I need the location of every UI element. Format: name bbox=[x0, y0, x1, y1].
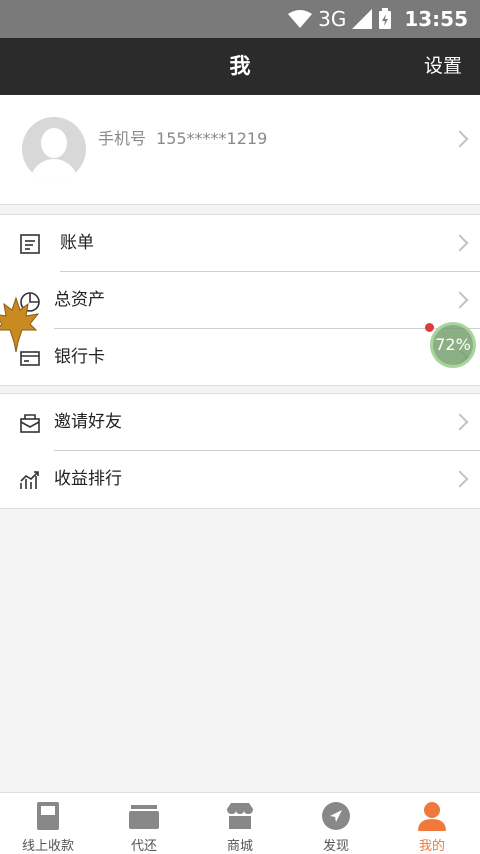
bottom-tab-bar: 线上收款 代还 商城 发现 我的 bbox=[0, 792, 480, 854]
chevron-right-icon bbox=[451, 470, 469, 488]
clock: 13:55 bbox=[404, 7, 468, 31]
tab-label: 发现 bbox=[322, 839, 349, 854]
invite-icon bbox=[20, 414, 40, 433]
settings-button[interactable]: 设置 bbox=[424, 38, 462, 95]
menu-item-label: 银行卡 bbox=[54, 347, 105, 367]
menu-item-label: 邀请好友 bbox=[54, 412, 122, 432]
phone-info: 手机号 155*****1219 bbox=[98, 95, 267, 183]
battery-icon bbox=[379, 8, 392, 29]
pos-terminal-icon bbox=[37, 802, 59, 830]
floating-memory-widget[interactable]: 72% bbox=[430, 322, 476, 368]
menu-item-invite-friends[interactable]: 邀请好友 bbox=[0, 394, 480, 451]
menu-item-label: 总资产 bbox=[54, 290, 105, 310]
ranking-icon bbox=[20, 471, 39, 489]
network-type: 3G bbox=[318, 7, 347, 31]
tab-me[interactable]: 我的 bbox=[384, 793, 480, 854]
status-icons: 3G 13:55 bbox=[288, 0, 468, 38]
maple-leaf-icon bbox=[0, 296, 40, 352]
page-title: 我 bbox=[229, 54, 251, 78]
cards-icon bbox=[129, 805, 159, 829]
menu-item-bank-card[interactable]: 银行卡 bbox=[0, 329, 480, 386]
person-icon bbox=[418, 802, 446, 831]
status-bar: 3G 13:55 bbox=[0, 0, 480, 38]
compass-icon bbox=[322, 802, 350, 830]
signal-icon bbox=[352, 9, 373, 29]
tab-online-payment[interactable]: 线上收款 bbox=[0, 793, 96, 854]
bill-icon bbox=[20, 234, 40, 254]
menu-item-label: 账单 bbox=[60, 233, 94, 253]
tab-label: 代还 bbox=[130, 839, 157, 854]
phone-label: 手机号 bbox=[98, 129, 147, 148]
menu-item-total-assets[interactable]: 总资产 bbox=[0, 272, 480, 329]
notification-dot bbox=[425, 323, 434, 332]
avatar[interactable] bbox=[22, 117, 86, 181]
chevron-right-icon bbox=[451, 291, 469, 309]
tab-label: 我的 bbox=[418, 839, 445, 854]
menu-item-earnings-ranking[interactable]: 收益排行 bbox=[0, 451, 480, 508]
menu-item-label: 收益排行 bbox=[54, 469, 122, 489]
tab-label: 商城 bbox=[226, 839, 253, 854]
menu-item-bill[interactable]: 账单 bbox=[0, 215, 480, 272]
wifi-icon bbox=[288, 10, 313, 28]
chevron-right-icon bbox=[451, 130, 469, 148]
phone-number: 155*****1219 bbox=[156, 129, 268, 148]
chevron-right-icon bbox=[451, 413, 469, 431]
app-bar: 我 设置 bbox=[0, 38, 480, 95]
tab-label: 线上收款 bbox=[21, 839, 74, 854]
menu-group-social: 邀请好友 收益排行 bbox=[0, 393, 480, 509]
profile-card[interactable]: 手机号 155*****1219 bbox=[0, 95, 480, 205]
tab-repayment[interactable]: 代还 bbox=[96, 793, 192, 854]
tab-mall[interactable]: 商城 bbox=[192, 793, 288, 854]
menu-group-assets: 账单 总资产 银行卡 bbox=[0, 214, 480, 386]
store-icon bbox=[227, 803, 253, 829]
tab-discover[interactable]: 发现 bbox=[288, 793, 384, 854]
chevron-right-icon bbox=[451, 234, 469, 252]
